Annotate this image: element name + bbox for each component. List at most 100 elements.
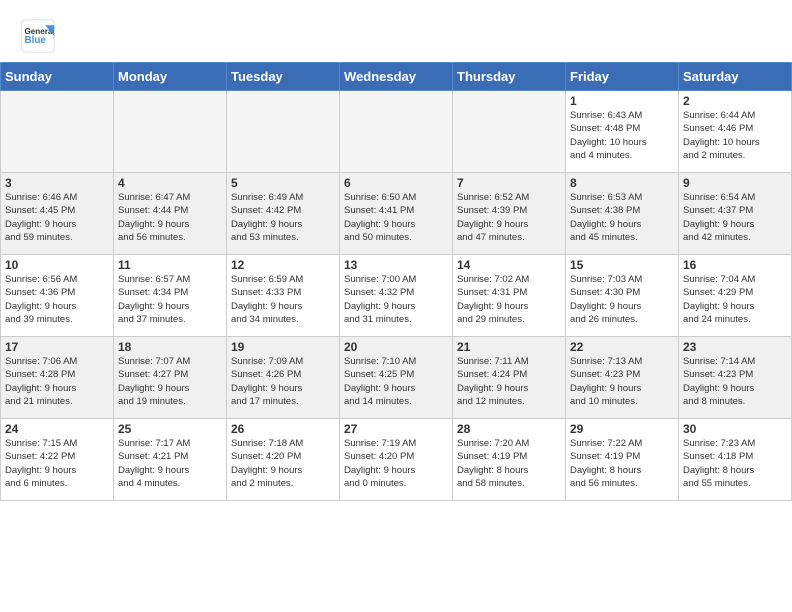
calendar-cell: 28Sunrise: 7:20 AM Sunset: 4:19 PM Dayli… bbox=[453, 419, 566, 501]
day-info: Sunrise: 7:14 AM Sunset: 4:23 PM Dayligh… bbox=[683, 355, 787, 408]
calendar-header-wednesday: Wednesday bbox=[340, 63, 453, 91]
calendar-cell bbox=[1, 91, 114, 173]
calendar-week-2: 3Sunrise: 6:46 AM Sunset: 4:45 PM Daylig… bbox=[1, 173, 792, 255]
calendar-cell: 15Sunrise: 7:03 AM Sunset: 4:30 PM Dayli… bbox=[566, 255, 679, 337]
day-info: Sunrise: 7:13 AM Sunset: 4:23 PM Dayligh… bbox=[570, 355, 674, 408]
day-number: 13 bbox=[344, 258, 448, 272]
day-number: 22 bbox=[570, 340, 674, 354]
day-info: Sunrise: 7:06 AM Sunset: 4:28 PM Dayligh… bbox=[5, 355, 109, 408]
calendar-cell bbox=[114, 91, 227, 173]
calendar-cell: 12Sunrise: 6:59 AM Sunset: 4:33 PM Dayli… bbox=[227, 255, 340, 337]
day-number: 14 bbox=[457, 258, 561, 272]
day-info: Sunrise: 7:09 AM Sunset: 4:26 PM Dayligh… bbox=[231, 355, 335, 408]
calendar-cell: 7Sunrise: 6:52 AM Sunset: 4:39 PM Daylig… bbox=[453, 173, 566, 255]
calendar-cell: 10Sunrise: 6:56 AM Sunset: 4:36 PM Dayli… bbox=[1, 255, 114, 337]
calendar-week-3: 10Sunrise: 6:56 AM Sunset: 4:36 PM Dayli… bbox=[1, 255, 792, 337]
calendar-cell: 6Sunrise: 6:50 AM Sunset: 4:41 PM Daylig… bbox=[340, 173, 453, 255]
day-number: 1 bbox=[570, 94, 674, 108]
day-number: 28 bbox=[457, 422, 561, 436]
day-info: Sunrise: 7:20 AM Sunset: 4:19 PM Dayligh… bbox=[457, 437, 561, 490]
calendar-week-4: 17Sunrise: 7:06 AM Sunset: 4:28 PM Dayli… bbox=[1, 337, 792, 419]
day-number: 12 bbox=[231, 258, 335, 272]
day-info: Sunrise: 6:44 AM Sunset: 4:46 PM Dayligh… bbox=[683, 109, 787, 162]
calendar-week-1: 1Sunrise: 6:43 AM Sunset: 4:48 PM Daylig… bbox=[1, 91, 792, 173]
day-number: 10 bbox=[5, 258, 109, 272]
calendar-cell: 3Sunrise: 6:46 AM Sunset: 4:45 PM Daylig… bbox=[1, 173, 114, 255]
day-info: Sunrise: 6:54 AM Sunset: 4:37 PM Dayligh… bbox=[683, 191, 787, 244]
day-info: Sunrise: 6:47 AM Sunset: 4:44 PM Dayligh… bbox=[118, 191, 222, 244]
calendar-cell: 2Sunrise: 6:44 AM Sunset: 4:46 PM Daylig… bbox=[679, 91, 792, 173]
day-info: Sunrise: 7:02 AM Sunset: 4:31 PM Dayligh… bbox=[457, 273, 561, 326]
calendar-cell: 19Sunrise: 7:09 AM Sunset: 4:26 PM Dayli… bbox=[227, 337, 340, 419]
calendar-cell: 21Sunrise: 7:11 AM Sunset: 4:24 PM Dayli… bbox=[453, 337, 566, 419]
day-info: Sunrise: 7:17 AM Sunset: 4:21 PM Dayligh… bbox=[118, 437, 222, 490]
calendar-cell bbox=[340, 91, 453, 173]
day-info: Sunrise: 7:19 AM Sunset: 4:20 PM Dayligh… bbox=[344, 437, 448, 490]
day-number: 4 bbox=[118, 176, 222, 190]
day-info: Sunrise: 6:53 AM Sunset: 4:38 PM Dayligh… bbox=[570, 191, 674, 244]
day-number: 2 bbox=[683, 94, 787, 108]
day-number: 26 bbox=[231, 422, 335, 436]
calendar-header-row: SundayMondayTuesdayWednesdayThursdayFrid… bbox=[1, 63, 792, 91]
calendar-cell: 25Sunrise: 7:17 AM Sunset: 4:21 PM Dayli… bbox=[114, 419, 227, 501]
day-info: Sunrise: 7:04 AM Sunset: 4:29 PM Dayligh… bbox=[683, 273, 787, 326]
calendar-cell: 20Sunrise: 7:10 AM Sunset: 4:25 PM Dayli… bbox=[340, 337, 453, 419]
calendar-cell: 16Sunrise: 7:04 AM Sunset: 4:29 PM Dayli… bbox=[679, 255, 792, 337]
calendar-cell bbox=[453, 91, 566, 173]
day-info: Sunrise: 6:57 AM Sunset: 4:34 PM Dayligh… bbox=[118, 273, 222, 326]
calendar-cell: 1Sunrise: 6:43 AM Sunset: 4:48 PM Daylig… bbox=[566, 91, 679, 173]
day-number: 16 bbox=[683, 258, 787, 272]
day-number: 18 bbox=[118, 340, 222, 354]
day-number: 21 bbox=[457, 340, 561, 354]
day-number: 29 bbox=[570, 422, 674, 436]
calendar-cell: 27Sunrise: 7:19 AM Sunset: 4:20 PM Dayli… bbox=[340, 419, 453, 501]
day-number: 24 bbox=[5, 422, 109, 436]
page-header: General Blue bbox=[0, 0, 792, 62]
day-info: Sunrise: 7:15 AM Sunset: 4:22 PM Dayligh… bbox=[5, 437, 109, 490]
day-number: 3 bbox=[5, 176, 109, 190]
calendar-cell: 29Sunrise: 7:22 AM Sunset: 4:19 PM Dayli… bbox=[566, 419, 679, 501]
day-number: 7 bbox=[457, 176, 561, 190]
day-info: Sunrise: 7:07 AM Sunset: 4:27 PM Dayligh… bbox=[118, 355, 222, 408]
day-number: 9 bbox=[683, 176, 787, 190]
calendar-week-5: 24Sunrise: 7:15 AM Sunset: 4:22 PM Dayli… bbox=[1, 419, 792, 501]
day-info: Sunrise: 7:18 AM Sunset: 4:20 PM Dayligh… bbox=[231, 437, 335, 490]
svg-text:Blue: Blue bbox=[25, 35, 47, 46]
calendar-cell: 26Sunrise: 7:18 AM Sunset: 4:20 PM Dayli… bbox=[227, 419, 340, 501]
day-info: Sunrise: 7:10 AM Sunset: 4:25 PM Dayligh… bbox=[344, 355, 448, 408]
calendar-cell: 30Sunrise: 7:23 AM Sunset: 4:18 PM Dayli… bbox=[679, 419, 792, 501]
day-info: Sunrise: 6:52 AM Sunset: 4:39 PM Dayligh… bbox=[457, 191, 561, 244]
calendar-table: SundayMondayTuesdayWednesdayThursdayFrid… bbox=[0, 62, 792, 501]
day-number: 23 bbox=[683, 340, 787, 354]
day-number: 6 bbox=[344, 176, 448, 190]
calendar-header-monday: Monday bbox=[114, 63, 227, 91]
calendar-cell: 18Sunrise: 7:07 AM Sunset: 4:27 PM Dayli… bbox=[114, 337, 227, 419]
day-info: Sunrise: 6:59 AM Sunset: 4:33 PM Dayligh… bbox=[231, 273, 335, 326]
day-number: 30 bbox=[683, 422, 787, 436]
calendar-cell: 13Sunrise: 7:00 AM Sunset: 4:32 PM Dayli… bbox=[340, 255, 453, 337]
calendar-cell: 23Sunrise: 7:14 AM Sunset: 4:23 PM Dayli… bbox=[679, 337, 792, 419]
calendar-cell: 22Sunrise: 7:13 AM Sunset: 4:23 PM Dayli… bbox=[566, 337, 679, 419]
calendar-header-tuesday: Tuesday bbox=[227, 63, 340, 91]
day-number: 20 bbox=[344, 340, 448, 354]
day-number: 17 bbox=[5, 340, 109, 354]
day-info: Sunrise: 6:46 AM Sunset: 4:45 PM Dayligh… bbox=[5, 191, 109, 244]
day-number: 27 bbox=[344, 422, 448, 436]
calendar-cell: 4Sunrise: 6:47 AM Sunset: 4:44 PM Daylig… bbox=[114, 173, 227, 255]
day-info: Sunrise: 7:23 AM Sunset: 4:18 PM Dayligh… bbox=[683, 437, 787, 490]
calendar-header-thursday: Thursday bbox=[453, 63, 566, 91]
day-info: Sunrise: 6:50 AM Sunset: 4:41 PM Dayligh… bbox=[344, 191, 448, 244]
day-info: Sunrise: 7:03 AM Sunset: 4:30 PM Dayligh… bbox=[570, 273, 674, 326]
day-number: 5 bbox=[231, 176, 335, 190]
day-info: Sunrise: 6:49 AM Sunset: 4:42 PM Dayligh… bbox=[231, 191, 335, 244]
day-number: 19 bbox=[231, 340, 335, 354]
day-number: 25 bbox=[118, 422, 222, 436]
calendar-cell: 5Sunrise: 6:49 AM Sunset: 4:42 PM Daylig… bbox=[227, 173, 340, 255]
calendar-header-sunday: Sunday bbox=[1, 63, 114, 91]
day-number: 15 bbox=[570, 258, 674, 272]
logo: General Blue bbox=[20, 18, 56, 54]
day-info: Sunrise: 7:00 AM Sunset: 4:32 PM Dayligh… bbox=[344, 273, 448, 326]
calendar-cell: 17Sunrise: 7:06 AM Sunset: 4:28 PM Dayli… bbox=[1, 337, 114, 419]
calendar-cell: 24Sunrise: 7:15 AM Sunset: 4:22 PM Dayli… bbox=[1, 419, 114, 501]
day-number: 11 bbox=[118, 258, 222, 272]
